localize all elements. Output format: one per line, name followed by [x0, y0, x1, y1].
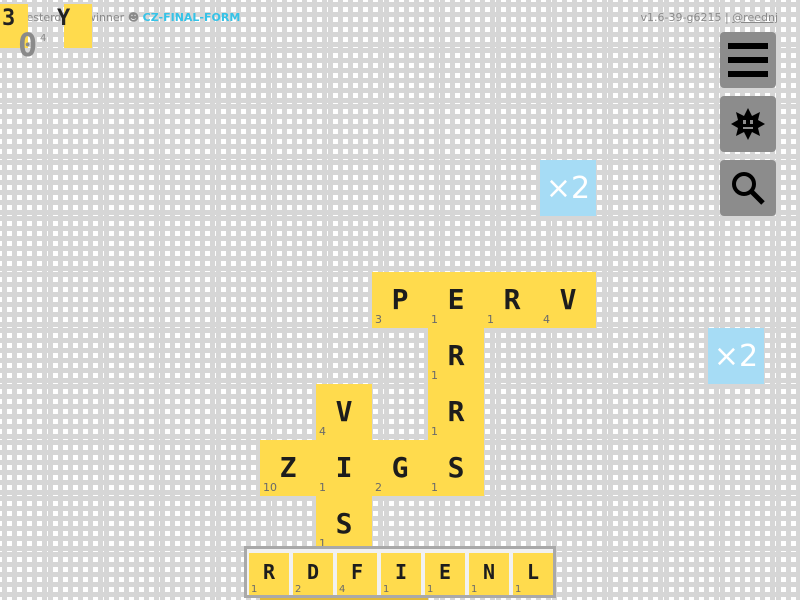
rack-tile-points: 1: [251, 584, 258, 595]
rack-tile[interactable]: D 2: [293, 553, 333, 595]
board-tile: R 1: [428, 384, 484, 440]
rack-tile-points: 1: [471, 584, 478, 595]
rack-tile[interactable]: R 1: [249, 553, 289, 595]
board-tile: E 1: [428, 272, 484, 328]
tile-points: 1: [431, 425, 438, 438]
version-info: v1.6-39-g6215 | @reednj: [641, 11, 778, 24]
board-tile: I 1: [316, 440, 372, 496]
board-tile: V 4: [540, 272, 596, 328]
board-tile: S 1: [316, 496, 372, 552]
board-tile: S 1: [428, 440, 484, 496]
rack-tile[interactable]: F 4: [337, 553, 377, 595]
letter-rack[interactable]: R 1 D 2 F 4 I 1 E 1 N 1 L 1: [244, 546, 556, 598]
winner-name[interactable]: CZ-FINAL-FORM: [143, 11, 241, 24]
version-text: v1.6-39-g6215: [640, 11, 722, 24]
multiplier-cell: ×2: [708, 328, 764, 384]
star-button[interactable]: [720, 96, 776, 152]
rack-tile-points: 1: [515, 584, 522, 595]
tile-points: 1: [431, 481, 438, 494]
tile-points: 4: [543, 313, 550, 326]
tile-points: 1: [431, 369, 438, 382]
yesterday-letter: 3: [2, 6, 16, 31]
board-tile: R 1: [428, 328, 484, 384]
rack-tile-points: 4: [339, 584, 346, 595]
tile-points: 10: [263, 481, 277, 494]
hamburger-menu-icon: [728, 43, 768, 77]
tile-points: 3: [375, 313, 382, 326]
version-divider: |: [724, 11, 729, 24]
yesterday-letter: Y: [57, 6, 71, 31]
tile-points: 1: [487, 313, 494, 326]
board-tile: G 2: [372, 440, 428, 496]
tile-points: 2: [375, 481, 382, 494]
rack-tile-points: 1: [427, 584, 434, 595]
star-face-icon: [731, 108, 765, 140]
rack-tile-points: 2: [295, 584, 302, 595]
smiley-separator: ☻: [127, 11, 140, 24]
rack-tile[interactable]: E 1: [425, 553, 465, 595]
yesterday-points: 4: [40, 33, 47, 44]
search-button[interactable]: [720, 160, 776, 216]
tile-points: 1: [319, 481, 326, 494]
rack-tile[interactable]: N 1: [469, 553, 509, 595]
search-icon: [732, 172, 765, 205]
board-tile: V 4: [316, 384, 372, 440]
board-tile: R 1: [484, 272, 540, 328]
menu-button[interactable]: [720, 32, 776, 88]
rack-tile-points: 1: [383, 584, 390, 595]
author-link[interactable]: @reednj: [732, 11, 778, 24]
yesterday-score-digit: 0: [18, 26, 38, 64]
multiplier-cell: ×2: [540, 160, 596, 216]
rack-tile[interactable]: I 1: [381, 553, 421, 595]
board-tile: P 3: [372, 272, 428, 328]
rack-tile[interactable]: L 1: [513, 553, 553, 595]
board-tile: Z 10: [260, 440, 316, 496]
tile-points: 4: [319, 425, 326, 438]
tile-points: 1: [431, 313, 438, 326]
yesterday-letters: 3 Y: [0, 4, 94, 48]
